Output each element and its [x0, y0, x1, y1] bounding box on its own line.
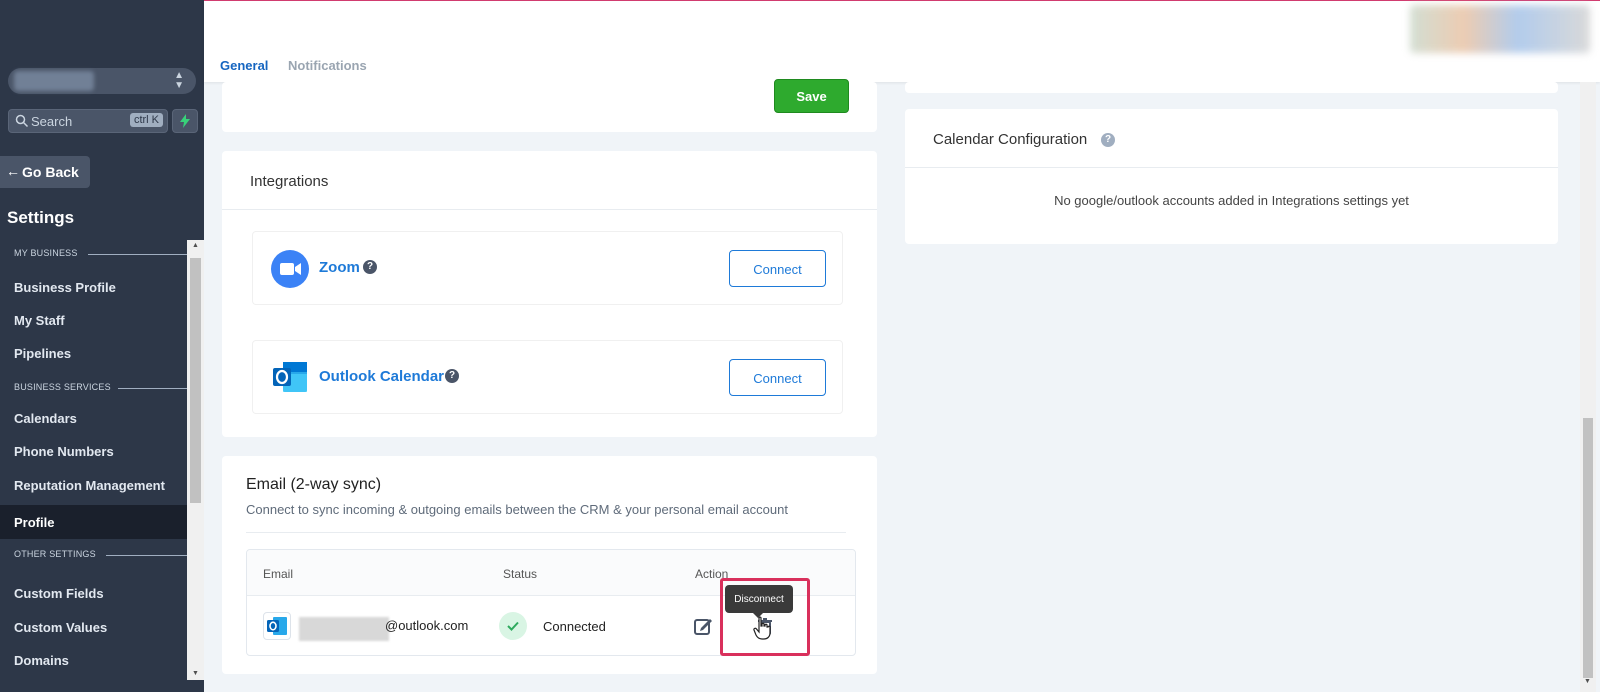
help-icon[interactable]: ?: [363, 260, 377, 274]
edit-icon[interactable]: [693, 616, 713, 636]
hand-cursor-icon: [753, 616, 771, 640]
check-icon: [499, 612, 527, 640]
search-shortcut-badge: ctrl K: [129, 113, 163, 127]
sidebar-item-pipelines[interactable]: Pipelines: [0, 338, 187, 368]
integrations-title: Integrations: [250, 173, 329, 190]
sidebar-item-label: Calendars: [14, 411, 77, 426]
sidebar-item-label: Profile: [14, 515, 55, 530]
sidebar-item-reputation-management[interactable]: Reputation Management: [0, 470, 187, 500]
connect-label: Connect: [753, 262, 802, 277]
tooltip-text: Disconnect: [734, 594, 784, 605]
sidebar-title: Settings: [7, 208, 75, 227]
sidebar-item-label: Custom Fields: [14, 586, 104, 601]
divider: [222, 209, 877, 210]
sidebar-item-custom-fields[interactable]: Custom Fields: [0, 578, 187, 608]
divider: [246, 532, 846, 533]
right-top-card: [905, 82, 1558, 93]
sidebar-scrollbar[interactable]: ▲ ▼: [187, 240, 204, 680]
integration-name-outlook[interactable]: Outlook Calendar: [319, 368, 444, 385]
search-input[interactable]: Search ctrl K: [8, 109, 168, 133]
sidebar-item-label: Phone Numbers: [14, 444, 114, 459]
scrollbar-thumb[interactable]: [190, 258, 201, 503]
connect-outlook-button[interactable]: Connect: [729, 359, 826, 396]
go-back-button[interactable]: ← Go Back: [0, 156, 90, 188]
email-address: @outlook.com: [385, 618, 469, 633]
empty-state-message: No google/outlook accounts added in Inte…: [1054, 193, 1409, 208]
account-name-redacted: [14, 71, 94, 91]
status-connected: Connected: [543, 619, 606, 634]
zoom-icon: [271, 250, 309, 288]
chevron-updown-icon: ▲ ▼: [174, 70, 184, 91]
scrollbar-thumb[interactable]: [1583, 418, 1593, 678]
divider: [88, 254, 187, 255]
sidebar-item-custom-values[interactable]: Custom Values: [0, 612, 187, 642]
sidebar: ▲ ▼ Search ctrl K ← Go Back Settings MY B…: [0, 0, 204, 692]
save-button[interactable]: Save: [774, 79, 849, 113]
main-scrollbar[interactable]: ▼: [1580, 82, 1596, 692]
column-header-email: Email: [263, 567, 294, 581]
connect-label: Connect: [753, 371, 802, 386]
section-heading-business-services: BUSINESS SERVICES: [14, 382, 111, 392]
sidebar-item-my-staff[interactable]: My Staff: [0, 305, 187, 335]
save-label: Save: [796, 89, 827, 104]
divider: [118, 388, 187, 389]
scroll-up-icon[interactable]: ▲: [192, 242, 199, 249]
email-sync-title: Email (2-way sync): [246, 476, 382, 493]
calendar-configuration-card: Calendar Configuration ? No google/outlo…: [905, 109, 1558, 244]
sidebar-item-label: Domains: [14, 653, 69, 668]
bolt-icon: [180, 114, 190, 128]
calendar-configuration-title: Calendar Configuration: [933, 131, 1088, 148]
help-icon[interactable]: ?: [445, 369, 459, 383]
sidebar-item-business-profile[interactable]: Business Profile: [0, 272, 187, 302]
scroll-down-icon[interactable]: ▼: [1584, 678, 1591, 685]
sidebar-item-label: My Staff: [14, 313, 65, 328]
go-back-label: Go Back: [22, 164, 79, 180]
integration-row-zoom: Zoom ? Connect: [252, 231, 843, 305]
sidebar-item-label: Pipelines: [14, 346, 72, 361]
sidebar-item-phone-numbers[interactable]: Phone Numbers: [0, 436, 187, 466]
email-address-redacted: [299, 617, 389, 641]
help-icon[interactable]: ?: [1101, 133, 1115, 147]
section-heading-my-business: MY BUSINESS: [14, 248, 78, 258]
integrations-card: Integrations Zoom ? Connect Outlook Cale…: [222, 151, 877, 437]
outlook-icon: [273, 362, 307, 392]
sidebar-item-label: Custom Values: [14, 620, 108, 635]
tab-general[interactable]: General: [220, 58, 268, 73]
user-avatars-redacted[interactable]: [1410, 5, 1590, 53]
divider: [106, 555, 187, 556]
column-header-status: Status: [503, 567, 538, 581]
account-switcher[interactable]: ▲ ▼: [8, 68, 196, 94]
search-icon: [15, 114, 29, 128]
email-sync-subtitle: Connect to sync incoming & outgoing emai…: [246, 502, 788, 517]
disconnect-tooltip: Disconnect: [725, 585, 793, 613]
sidebar-item-domains[interactable]: Domains: [0, 645, 187, 675]
quick-actions-button[interactable]: [172, 109, 198, 133]
divider: [905, 167, 1558, 168]
sidebar-item-profile[interactable]: Profile: [0, 505, 187, 539]
scroll-down-icon[interactable]: ▼: [192, 670, 199, 677]
section-heading-other-settings: OTHER SETTINGS: [14, 549, 96, 559]
sidebar-item-calendars[interactable]: Calendars: [0, 403, 187, 433]
integration-name-zoom[interactable]: Zoom: [319, 259, 360, 276]
sidebar-item-label: Business Profile: [14, 280, 116, 295]
arrow-left-icon: ←: [6, 163, 20, 179]
outlook-icon: [263, 612, 291, 640]
integration-row-outlook: Outlook Calendar ? Connect: [252, 340, 843, 414]
tab-notifications[interactable]: Notifications: [288, 58, 367, 73]
search-placeholder: Search: [31, 114, 73, 129]
top-header: General Notifications: [204, 0, 1600, 82]
connect-zoom-button[interactable]: Connect: [729, 250, 826, 287]
sidebar-item-label: Reputation Management: [14, 478, 165, 493]
